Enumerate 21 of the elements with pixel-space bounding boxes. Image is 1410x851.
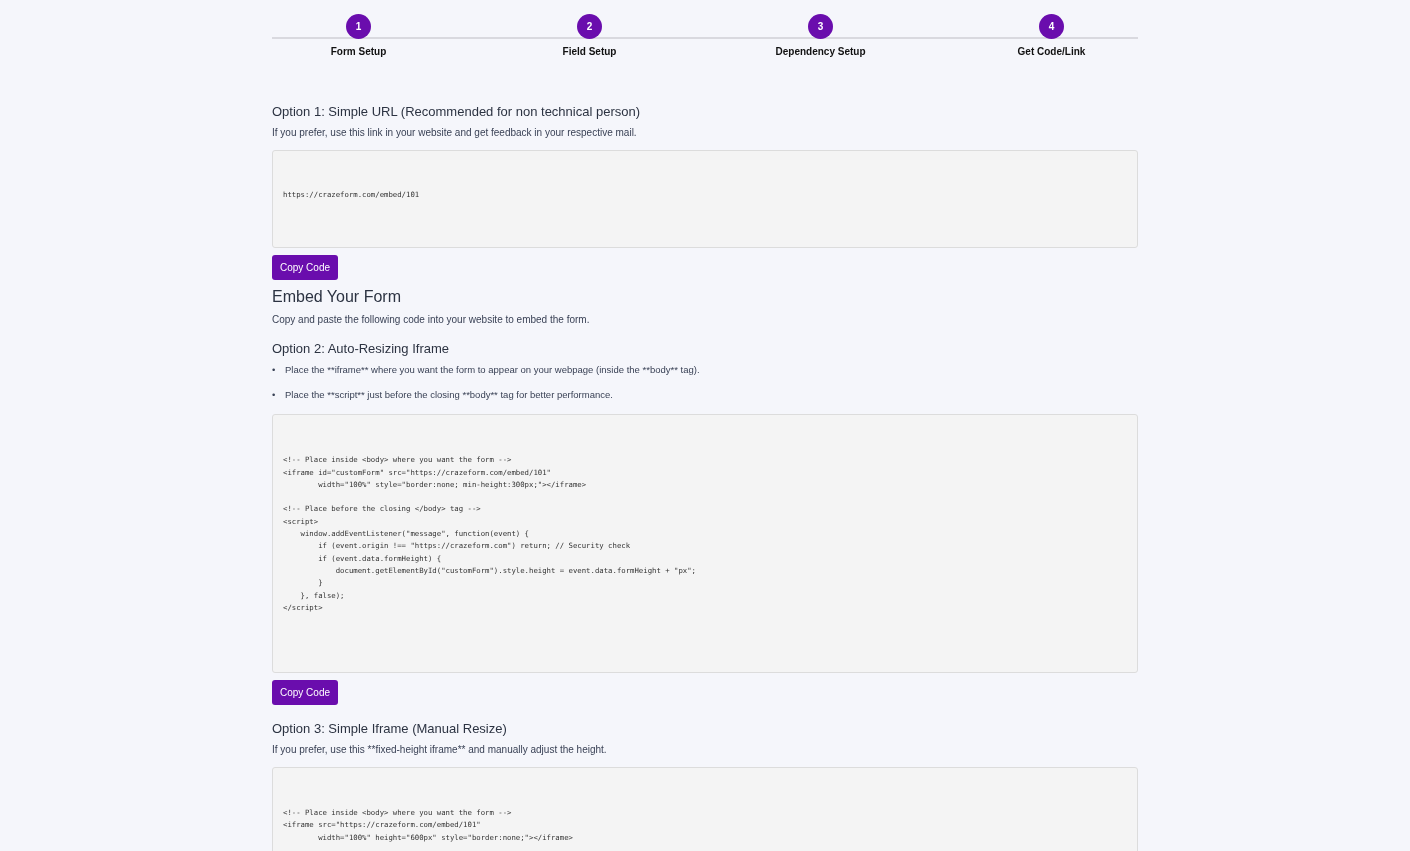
copy-code-button[interactable]: Copy Code: [272, 255, 339, 281]
bullet-marker: •: [272, 364, 277, 377]
bullet-marker: •: [272, 389, 277, 402]
option-heading: Option 2: Auto-Resizing Iframe: [272, 341, 451, 357]
step-number: 3: [808, 14, 833, 39]
step-label: Get Code/Link: [1017, 46, 1086, 57]
description: Copy and paste the following code into your website to embed the form.: [272, 314, 591, 326]
step-number: 4: [1039, 14, 1064, 39]
section-title: Embed Your Form: [272, 288, 402, 307]
step-number: 2: [577, 14, 602, 39]
description: If you prefer, use this **fixed-height iframe** and manually adjust the height.: [272, 744, 608, 756]
step-number: 1: [346, 14, 371, 39]
step-label: Field Setup: [562, 46, 617, 57]
instruction-item: Place the **script** just before the closing **body** tag for better performance.: [285, 389, 613, 402]
option-heading: Option 3: Simple Iframe (Manual Resize): [272, 721, 508, 737]
copy-code-button[interactable]: Copy Code: [272, 680, 339, 706]
description: If you prefer, use this link in your website and get feedback in your respective mail.: [272, 127, 638, 138]
option-heading: Option 1: Simple URL (Recommended for non technical person): [272, 104, 642, 119]
instruction-item: Place the **iframe** where you want the form to appear on your webpage (inside the **body** tag).: [285, 364, 700, 377]
step-label: Dependency Setup: [775, 46, 866, 57]
step-label: Form Setup: [330, 46, 387, 57]
